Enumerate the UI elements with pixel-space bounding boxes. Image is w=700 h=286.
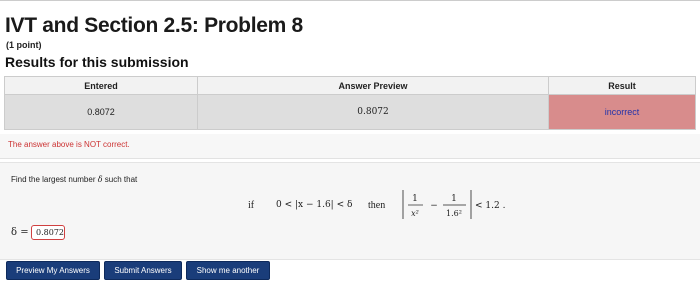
- answer-label: δ =: [11, 227, 29, 238]
- top-border: [0, 0, 700, 6]
- if-word: if: [248, 200, 255, 211]
- answer-input[interactable]: 0.8072: [31, 225, 65, 240]
- frac2-denominator: 1.6²: [446, 209, 462, 218]
- show-another-button[interactable]: Show me another: [186, 261, 270, 280]
- frac1-numerator: 1: [412, 194, 418, 204]
- bound-expression: < 1.2 .: [475, 201, 506, 211]
- answer-preview-cell: 0.8072: [197, 94, 549, 130]
- entered-cell: 0.8072: [4, 94, 198, 130]
- incorrect-message: The answer above is NOT correct.: [8, 140, 130, 149]
- condition-expression: 0 < |x − 1.6| < δ: [276, 200, 353, 210]
- submit-answers-button[interactable]: Submit Answers: [104, 261, 182, 280]
- frac2-numerator: 1: [451, 194, 457, 204]
- frac1-denominator: x²: [411, 209, 419, 218]
- prompt-suffix: such that: [104, 175, 138, 184]
- table-row: 0.8072 0.8072 incorrect: [4, 94, 696, 130]
- then-word: then: [368, 200, 386, 211]
- results-heading: Results for this submission: [5, 54, 189, 70]
- question-prompt: Find the largest number δ such that: [11, 175, 137, 184]
- prompt-prefix: Find the largest number: [11, 175, 96, 184]
- result-cell-incorrect: incorrect: [548, 94, 696, 130]
- results-table: Entered Answer Preview Result 0.8072 0.8…: [4, 76, 696, 130]
- delta-symbol: δ: [97, 175, 103, 184]
- problem-title: IVT and Section 2.5: Problem 8: [5, 14, 303, 37]
- preview-answers-button[interactable]: Preview My Answers: [6, 261, 100, 280]
- column-entered: Entered: [4, 76, 198, 95]
- minus-sign: −: [430, 201, 438, 211]
- column-result: Result: [548, 76, 696, 95]
- problem-points: (1 point): [6, 40, 42, 50]
- inequality-expression: 1 x² − 1 1.6² < 1.2 .: [402, 190, 506, 219]
- column-answer-preview: Answer Preview: [197, 76, 549, 95]
